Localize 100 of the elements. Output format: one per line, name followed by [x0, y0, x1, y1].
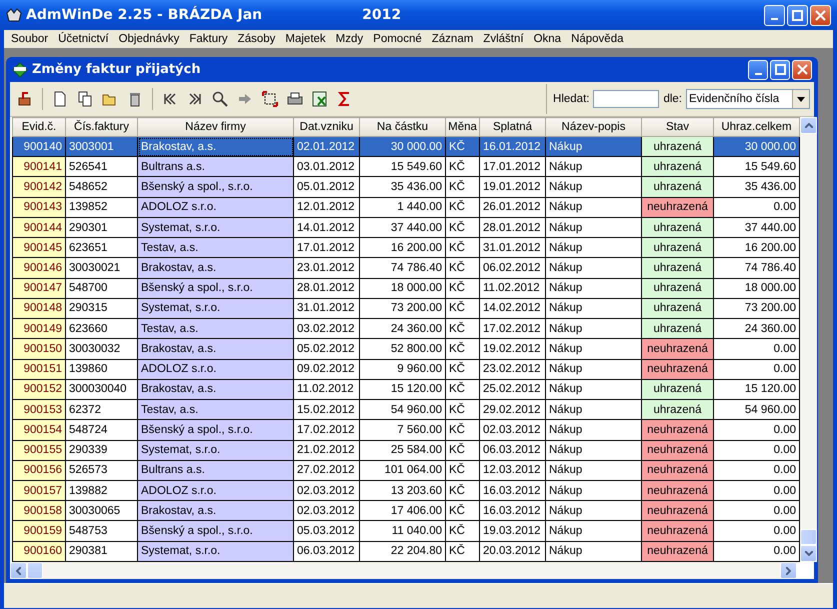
status-cell: uhrazená: [642, 278, 714, 298]
table-cell: 74 786.40: [714, 258, 800, 278]
menu-item[interactable]: Pomocné: [368, 33, 427, 45]
table-cell: 05.02.2012: [294, 338, 360, 360]
first-record-icon: [162, 91, 178, 107]
scroll-thumb[interactable]: [800, 529, 817, 545]
menu-item[interactable]: Faktury: [184, 33, 233, 45]
menu-item[interactable]: Záznam: [426, 33, 478, 45]
search-field[interactable]: [593, 90, 660, 108]
menu-item[interactable]: Mzdy: [330, 33, 368, 45]
table-cell: 290381: [66, 541, 138, 562]
table-cell: 900147: [12, 278, 66, 298]
table-cell: Bšenský a spol., s.r.o.: [138, 278, 294, 298]
table-cell: Brakostav, a.s.: [138, 379, 294, 400]
status-cell: uhrazená: [642, 318, 714, 339]
status-cell: neuhrazená: [642, 480, 714, 501]
column-header[interactable]: Na částku: [360, 118, 446, 136]
table-cell: 900143: [12, 197, 66, 218]
scroll-left-icon: [16, 566, 21, 574]
menu-item[interactable]: Majetek: [280, 33, 331, 45]
table-cell: 15 120.00: [714, 379, 800, 400]
table-cell: 548753: [66, 520, 138, 542]
app-icon: [6, 7, 22, 23]
maximize-button[interactable]: [787, 4, 808, 26]
table-cell: KČ: [446, 298, 480, 319]
table-cell: Nákup: [546, 440, 642, 460]
menu-item[interactable]: Zvláštní: [478, 33, 529, 45]
table-cell: Nákup: [546, 176, 642, 198]
table-cell: 548652: [66, 176, 138, 198]
table-cell: Nákup: [546, 379, 642, 400]
table-cell: 30030032: [66, 338, 138, 360]
table-cell: 11.02.2012: [480, 278, 546, 298]
table-cell: 09.02.2012: [294, 359, 360, 380]
status-cell: neuhrazená: [642, 541, 714, 562]
table-cell: 300030040: [66, 379, 138, 400]
column-header[interactable]: Stav: [642, 118, 714, 136]
column-header[interactable]: Splatná: [480, 118, 546, 136]
column-header[interactable]: Dat.vzniku: [294, 118, 360, 136]
table-cell: 23.02.2012: [480, 359, 546, 380]
column-header[interactable]: Název firmy: [138, 118, 294, 136]
close-button[interactable]: [810, 4, 831, 26]
table-cell: 35 436.00: [714, 176, 800, 198]
horizontal-scrollbar[interactable]: [10, 562, 797, 579]
table-cell: Nákup: [546, 420, 642, 440]
vertical-scrollbar[interactable]: [800, 117, 817, 562]
table-cell: 900155: [12, 440, 66, 460]
search-by-dropdown[interactable]: Evidenčního čísla: [686, 89, 810, 109]
table-cell: Nákup: [546, 217, 642, 238]
maximize-button[interactable]: [770, 60, 790, 80]
table-cell: Nákup: [546, 136, 642, 157]
trash-icon: [127, 91, 143, 107]
menu-item[interactable]: Okna: [528, 33, 566, 45]
minimize-button[interactable]: [764, 4, 785, 26]
column-header[interactable]: Evid.č.: [12, 118, 66, 136]
table-cell: 9 960.00: [360, 359, 446, 380]
column-header[interactable]: Název-popis: [546, 118, 642, 136]
table-cell: 900150: [12, 338, 66, 360]
table-cell: 14.01.2012: [294, 217, 360, 238]
table-cell: 06.03.2012: [480, 440, 546, 460]
search-icon: [212, 91, 228, 107]
table-cell: 17.01.2012: [294, 238, 360, 258]
column-header[interactable]: Čís.faktury: [66, 118, 138, 136]
status-cell: uhrazená: [642, 217, 714, 238]
table-cell: 25.02.2012: [480, 379, 546, 400]
table-cell: KČ: [446, 197, 480, 218]
table-cell: 11 040.00: [360, 520, 446, 542]
table-cell: 12.03.2012: [480, 460, 546, 480]
table-cell: 23.01.2012: [294, 258, 360, 278]
year-label: 2012: [362, 7, 402, 23]
close-button[interactable]: [792, 60, 812, 80]
table-cell: KČ: [446, 541, 480, 562]
column-header[interactable]: Uhraz.celkem: [714, 118, 800, 136]
table-cell: 22 204.80: [360, 541, 446, 562]
table-cell: 900157: [12, 480, 66, 501]
status-cell: neuhrazená: [642, 440, 714, 460]
column-header[interactable]: Měna: [446, 118, 480, 136]
frame-button[interactable]: [259, 88, 281, 110]
table-cell: 05.01.2012: [294, 176, 360, 198]
table-cell: Nákup: [546, 197, 642, 218]
status-cell: neuhrazená: [642, 359, 714, 380]
minimize-button[interactable]: [748, 60, 768, 80]
table-cell: 900149: [12, 318, 66, 339]
table-cell: ADOLOZ s.r.o.: [138, 480, 294, 501]
table-cell: 900142: [12, 176, 66, 198]
table-cell: 05.03.2012: [294, 520, 360, 542]
scroll-thumb[interactable]: [27, 562, 43, 579]
menu-item[interactable]: Nápověda: [566, 33, 628, 45]
table-cell: 526541: [66, 156, 138, 177]
arrow-right-icon: [237, 91, 253, 107]
status-cell: uhrazená: [642, 298, 714, 319]
menu-item[interactable]: Objednávky: [114, 33, 184, 45]
table-cell: 17.01.2012: [480, 156, 546, 177]
table-cell: Systemat, s.r.o.: [138, 541, 294, 562]
menu-item[interactable]: Zásoby: [232, 33, 280, 45]
table-cell: Testav, a.s.: [138, 238, 294, 258]
menu-item[interactable]: Soubor: [6, 33, 54, 45]
status-cell: uhrazená: [642, 379, 714, 400]
table-cell: KČ: [446, 500, 480, 521]
table-cell: 548700: [66, 278, 138, 298]
menu-item[interactable]: Účetnictví: [53, 33, 114, 45]
